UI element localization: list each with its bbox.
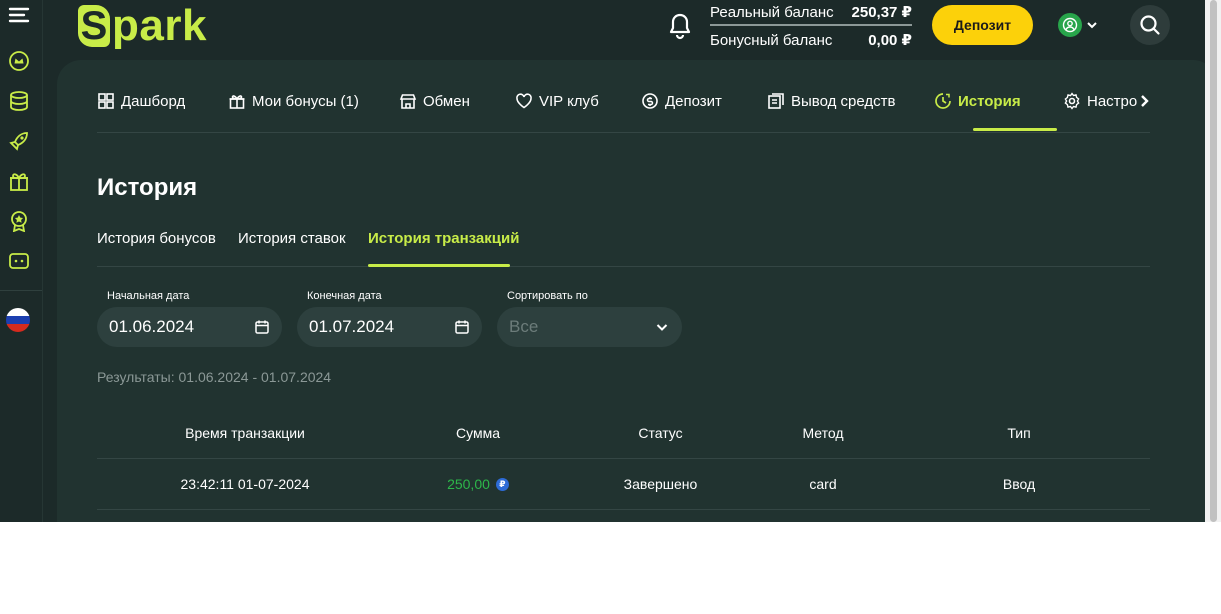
bonus-balance: Бонусный баланс 0,00 ₽ [710, 28, 912, 52]
nav-item-withdraw[interactable]: Вывод средств [767, 90, 895, 112]
main-panel: Дашборд Мои бонусы (1) Обмен VIP клуб Де… [57, 60, 1205, 522]
logo-text: park [112, 1, 207, 50]
shop-icon [399, 94, 417, 109]
russia-flag-icon[interactable] [6, 308, 30, 332]
start-date-value: 01.06.2024 [109, 317, 195, 336]
heart-icon [516, 93, 532, 109]
nav-label: VIP клуб [539, 92, 599, 110]
nav-label: Обмен [423, 92, 470, 110]
balances: Реальный баланс 250,37 ₽ Бонусный баланс… [710, 0, 912, 52]
cell-method: card [809, 476, 837, 492]
subtab-transaction-history[interactable]: История транзакций [368, 230, 519, 247]
amount-value: 250,00 [447, 476, 490, 492]
column-header-type: Тип [1007, 425, 1031, 441]
rocket-icon[interactable] [8, 130, 30, 152]
page-scrollbar[interactable] [1205, 0, 1221, 522]
nav-item-bonuses[interactable]: Мои бонусы (1) [228, 90, 359, 112]
sort-label: Сортировать по [507, 290, 588, 302]
amount-wrapper: 250,00 ₽ [447, 476, 509, 492]
ruble-icon: ₽ [495, 477, 509, 491]
deposit-button[interactable]: Депозит [932, 5, 1033, 45]
user-avatar-icon [1058, 13, 1082, 37]
start-date-label: Начальная дата [107, 290, 190, 302]
coins-icon[interactable] [8, 90, 30, 112]
chevron-right-icon[interactable] [1137, 92, 1153, 110]
gift-icon[interactable] [8, 170, 30, 192]
column-header-method: Метод [802, 425, 844, 441]
results-text: Результаты: 01.06.2024 - 01.07.2024 [97, 369, 332, 385]
column-header-amount: Сумма [456, 425, 500, 441]
real-balance-value: 250,37 ₽ [851, 4, 912, 21]
sidebar [0, 0, 43, 522]
table-header: Время транзакции Сумма Статус Метод Тип [97, 408, 1150, 459]
column-header-status: Статус [638, 425, 683, 441]
nav-item-exchange[interactable]: Обмен [399, 90, 470, 112]
page-title: История [97, 174, 198, 201]
coin-icon [642, 93, 658, 109]
search-icon [1140, 15, 1160, 35]
app-window: S park Реальный баланс 250,37 ₽ Бонусный… [0, 0, 1205, 522]
nav-label: Депозит [665, 92, 722, 110]
nav-label: Дашборд [121, 92, 186, 110]
ticket-icon[interactable] [8, 250, 30, 272]
header: S park Реальный баланс 250,37 ₽ Бонусный… [42, 0, 1205, 60]
dashboard-icon [98, 93, 114, 109]
nav-item-dashboard[interactable]: Дашборд [97, 90, 185, 112]
spark-logo[interactable]: S park [78, 2, 207, 50]
end-date-value: 01.07.2024 [309, 317, 395, 336]
calendar-icon[interactable] [454, 319, 470, 335]
subtab-active-indicator [368, 264, 510, 267]
nav-label: Настро [1087, 92, 1138, 110]
end-date-label: Конечная дата [307, 290, 382, 302]
subtab-bet-history[interactable]: История ставок [238, 230, 346, 247]
nav-active-indicator [973, 128, 1057, 131]
medal-icon[interactable] [8, 210, 30, 232]
bell-icon[interactable] [667, 12, 693, 40]
scrollbar-thumb[interactable] [1210, 0, 1217, 522]
sort-value: Все [509, 317, 539, 336]
profile-nav: Дашборд Мои бонусы (1) Обмен VIP клуб Де… [97, 60, 1150, 133]
user-menu-button[interactable] [1058, 12, 1102, 38]
chevron-down-icon [1087, 22, 1097, 29]
nav-label: Вывод средств [791, 92, 896, 110]
history-subtabs: История бонусов История ставок История т… [97, 220, 1150, 267]
cell-amount: 250,00 ₽ [393, 459, 563, 509]
subtab-bonus-history[interactable]: История бонусов [97, 230, 216, 247]
sidebar-divider [0, 290, 42, 291]
menu-icon[interactable] [8, 4, 30, 26]
table-row: 23:42:11 01-07-2024 250,00 ₽ Завершено c… [97, 459, 1150, 510]
nav-item-vip[interactable]: VIP клуб [515, 90, 599, 112]
transactions-table: Время транзакции Сумма Статус Метод Тип … [97, 408, 1150, 510]
nav-label: История [958, 92, 1021, 110]
end-date-input[interactable]: 01.07.2024 [297, 307, 482, 347]
cell-type: Ввод [1002, 476, 1036, 492]
nav-item-deposit[interactable]: Депозит [641, 90, 722, 112]
withdraw-icon [768, 93, 784, 109]
bonus-balance-label: Бонусный баланс [710, 31, 833, 49]
gift-icon [229, 95, 245, 109]
nav-item-history[interactable]: История [934, 90, 1021, 112]
real-balance-label: Реальный баланс [710, 3, 834, 21]
column-header-time: Время транзакции [185, 425, 305, 441]
balance-divider [710, 24, 912, 26]
crown-icon[interactable] [8, 50, 30, 72]
settings-icon [1064, 92, 1080, 110]
search-button[interactable] [1130, 5, 1170, 45]
bonus-balance-value: 0,00 ₽ [868, 32, 912, 49]
chevron-down-icon [656, 324, 668, 331]
cell-status: Завершено [623, 476, 698, 492]
cell-time: 23:42:11 01-07-2024 [180, 476, 310, 492]
nav-label: Мои бонусы (1) [252, 92, 359, 110]
logo-initial: S [78, 5, 110, 47]
calendar-icon[interactable] [254, 319, 270, 335]
history-icon [935, 93, 951, 109]
nav-item-settings[interactable]: Настро [1063, 90, 1137, 112]
sort-select[interactable]: Все [497, 307, 682, 347]
real-balance: Реальный баланс 250,37 ₽ [710, 0, 912, 24]
start-date-input[interactable]: 01.06.2024 [97, 307, 282, 347]
